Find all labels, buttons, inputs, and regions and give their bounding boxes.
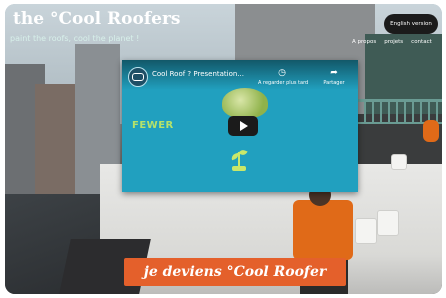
globe-illustration <box>222 88 268 118</box>
become-cool-roofer-button[interactable]: je deviens °Cool Roofer <box>124 258 346 286</box>
nav-item-projects[interactable]: projets <box>384 39 403 45</box>
video-title[interactable]: Cool Roof ? Presentation... <box>152 70 244 78</box>
play-icon <box>240 121 248 131</box>
video-player[interactable]: Cool Roof ? Presentation... ◷ A regarder… <box>122 60 358 192</box>
play-button[interactable] <box>228 116 258 136</box>
nav-item-about[interactable]: A propos <box>352 39 376 45</box>
site-logo[interactable]: the °Cool Roofers <box>13 9 181 29</box>
worker-figure <box>423 120 439 142</box>
share-label: Partager <box>323 80 345 86</box>
language-switch-button[interactable]: English version <box>384 14 438 34</box>
paint-bucket <box>355 218 377 244</box>
video-overlay-text: FEWER <box>132 120 174 131</box>
worker-figure <box>293 200 353 260</box>
paint-bucket <box>391 154 407 170</box>
nav-item-contact[interactable]: contact <box>411 39 432 45</box>
clock-icon: ◷ <box>278 68 286 78</box>
main-nav: A propos projets contact <box>352 39 432 45</box>
channel-logo-icon[interactable] <box>128 67 148 87</box>
watch-later-label: A regarder plus tard <box>258 80 309 86</box>
site-tagline: paint the roofs, cool the planet ! <box>10 34 140 43</box>
watch-later-button[interactable]: ◷ A regarder plus tard <box>258 68 309 86</box>
sprout-illustration <box>230 146 248 172</box>
share-arrow-icon: ➦ <box>330 68 338 78</box>
paint-bucket <box>377 210 399 236</box>
share-button[interactable]: ➦ Partager <box>310 68 358 86</box>
